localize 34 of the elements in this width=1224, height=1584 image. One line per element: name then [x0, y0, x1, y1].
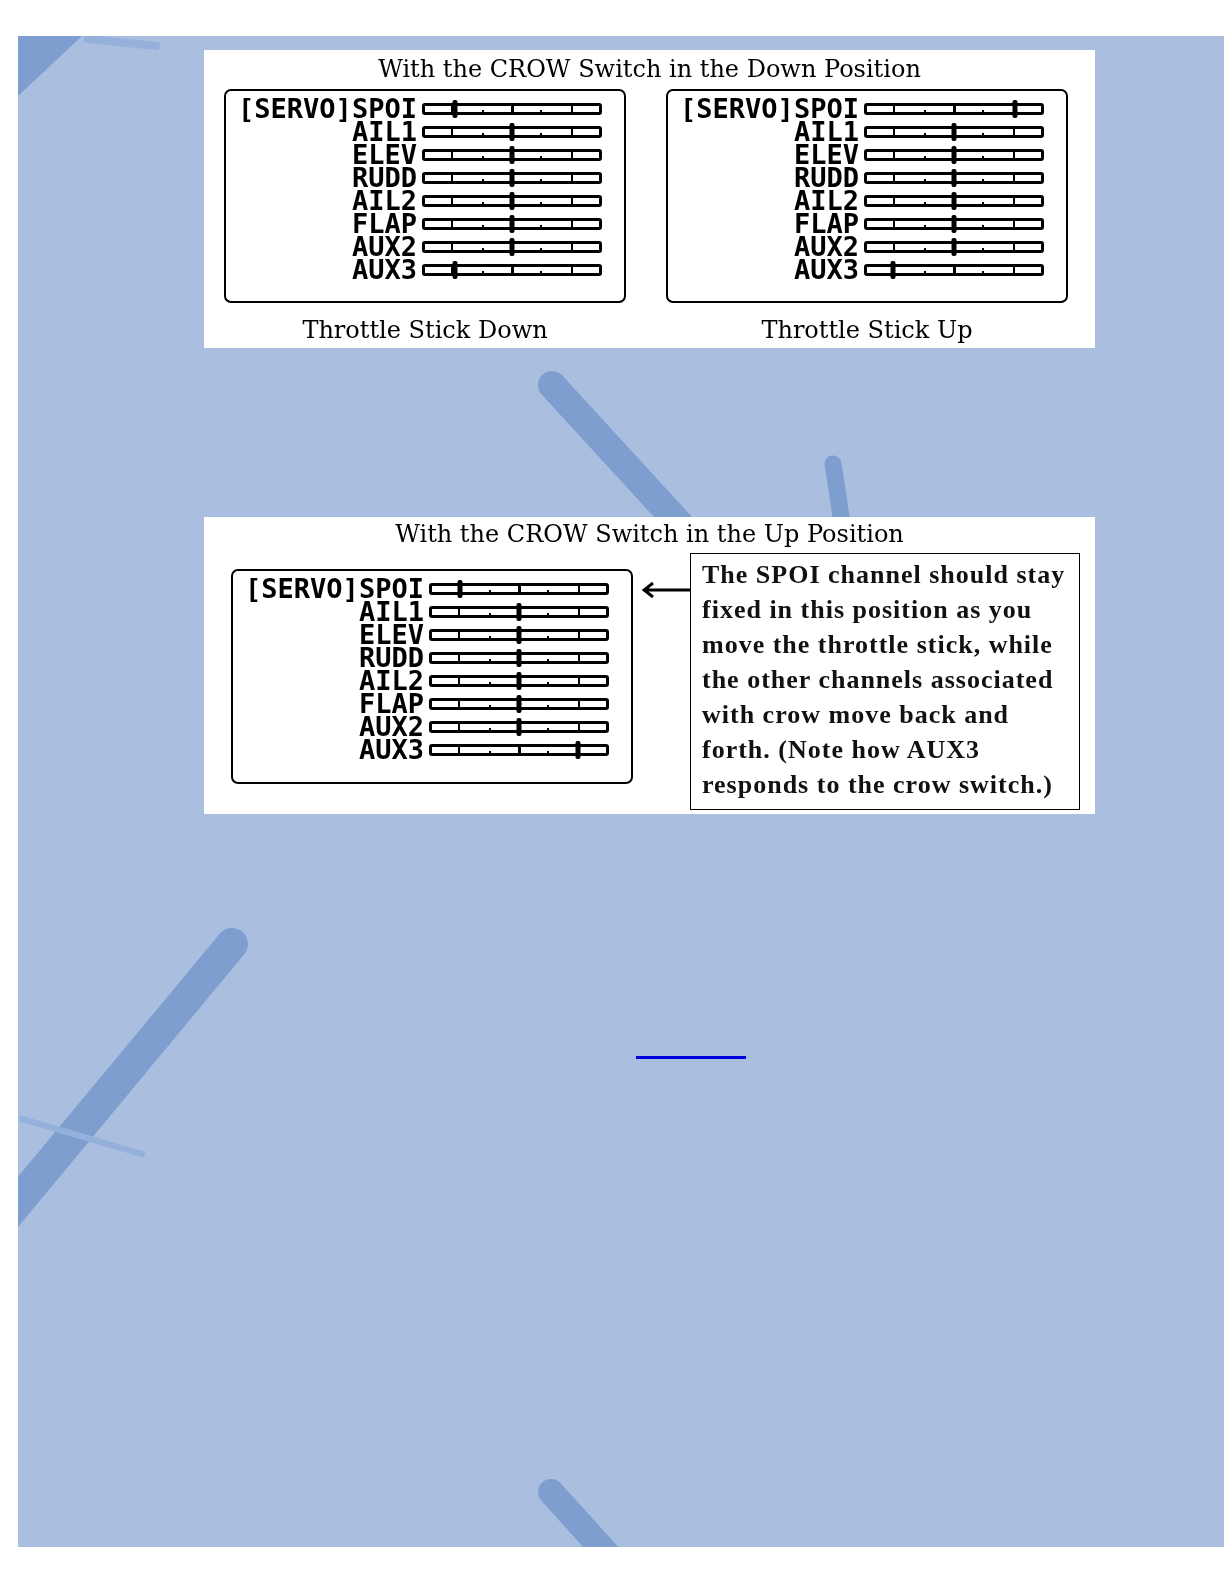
screen-header: [SERVO]	[245, 577, 359, 600]
channel-label: AUX3	[794, 258, 860, 281]
channel-label: ELEV	[359, 623, 425, 646]
channel-label: AIL2	[359, 669, 425, 692]
channel-label: AUX2	[359, 715, 425, 738]
screen-caption: Throttle Stick Down	[302, 315, 548, 345]
brush-stroke	[18, 36, 82, 96]
screen-header: [SERVO]	[680, 97, 794, 120]
channel-label: AIL1	[359, 600, 425, 623]
channel-label: AIL1	[352, 120, 418, 143]
channel-label: AUX2	[352, 235, 418, 258]
channel-label: AIL1	[794, 120, 860, 143]
figure-title: With the CROW Switch in the Up Position	[395, 519, 904, 549]
screen-caption: Throttle Stick Up	[761, 315, 973, 345]
callout-text: The SPOI channel should stay fixed in this position as you move the throttle stick, while the other channels associated with crow move back and forth. (Note how AUX3 responds to the crow switch.)	[702, 559, 1067, 801]
channel-label: SPOI	[352, 97, 418, 120]
channel-label: FLAP	[352, 212, 418, 235]
channel-label: RUDD	[794, 166, 860, 189]
screen-header: [SERVO]	[238, 97, 352, 120]
channel-label: RUDD	[352, 166, 418, 189]
channel-label: SPOI	[794, 97, 860, 120]
channel-label: AUX2	[794, 235, 860, 258]
channel-label: FLAP	[794, 212, 860, 235]
channel-label: AIL2	[794, 189, 860, 212]
channel-label: FLAP	[359, 692, 425, 715]
channel-label: AIL2	[352, 189, 418, 212]
channel-label: AUX3	[352, 258, 418, 281]
channel-label: ELEV	[794, 143, 860, 166]
link-underline[interactable]	[636, 1056, 746, 1059]
channel-label: RUDD	[359, 646, 425, 669]
figure-title: With the CROW Switch in the Down Position	[378, 54, 921, 84]
channel-label: SPOI	[359, 577, 425, 600]
channel-label: ELEV	[352, 143, 418, 166]
channel-label: AUX3	[359, 738, 425, 761]
